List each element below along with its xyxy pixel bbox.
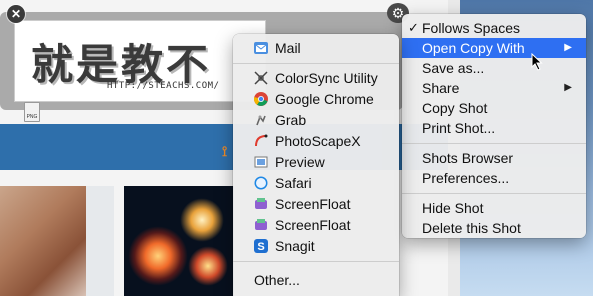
shot-preview: 就是教不 HTTP://STEACHS.COM/ [14, 20, 266, 102]
app-item-label: PhotoScapeX [275, 133, 361, 149]
menu-separator [402, 143, 586, 144]
menu-item-preferences[interactable]: Preferences... [402, 168, 586, 188]
close-shot-button[interactable]: ✕ [7, 5, 25, 23]
menu-separator [233, 63, 399, 64]
menu-item-open-copy-with[interactable]: Open Copy With ▶ [402, 38, 586, 58]
grab-icon [254, 113, 268, 127]
app-item-label: ScreenFloat [275, 217, 351, 233]
menu-item-follows-spaces[interactable]: ✓ Follows Spaces [402, 18, 586, 38]
mail-icon [254, 41, 268, 55]
menu-item-label: Share [422, 80, 460, 96]
safari-icon [254, 176, 268, 190]
webpage-photo-room [86, 186, 114, 296]
screenfloat-icon [254, 197, 268, 211]
png-file-icon: PNG [24, 102, 40, 122]
menu-item-copy-shot[interactable]: Copy Shot [402, 98, 586, 118]
screenfloat-icon [254, 218, 268, 232]
app-item-label: Google Chrome [275, 91, 374, 107]
app-item-label: Other... [254, 272, 300, 288]
menu-item-share[interactable]: Share ▶ [402, 78, 586, 98]
menu-item-label: Follows Spaces [422, 20, 521, 36]
app-item-label: ColorSync Utility [275, 70, 378, 86]
webpage-photo-person [0, 186, 86, 296]
app-item-colorsync-utility[interactable]: ColorSync Utility [233, 68, 399, 88]
colorsync-icon [254, 71, 268, 85]
photoscapex-icon [254, 134, 268, 148]
preview-icon [254, 155, 268, 169]
app-item-preview[interactable]: Preview [233, 152, 399, 172]
menu-item-label: Open Copy With [422, 40, 525, 56]
app-item-grab[interactable]: Grab [233, 110, 399, 130]
menu-item-label: Copy Shot [422, 100, 488, 116]
menu-item-label: Shots Browser [422, 150, 514, 166]
menu-item-print-shot[interactable]: Print Shot... [402, 118, 586, 138]
app-item-label: Grab [275, 112, 307, 128]
menu-item-label: Preferences... [422, 170, 510, 186]
menu-item-hide-shot[interactable]: Hide Shot [402, 198, 586, 218]
shot-context-menu: ✓ Follows Spaces Open Copy With ▶ Save a… [402, 14, 586, 238]
menu-item-label: Delete this Shot [422, 220, 521, 236]
menu-item-label: Hide Shot [422, 200, 484, 216]
app-item-safari[interactable]: Safari [233, 173, 399, 193]
app-item-screenfloat-2[interactable]: ScreenFloat [233, 215, 399, 235]
app-item-photoscapex[interactable]: PhotoScapeX [233, 131, 399, 151]
svg-text:S: S [257, 241, 264, 253]
app-item-label: Mail [275, 40, 301, 56]
snagit-icon: S [254, 239, 268, 253]
submenu-arrow-icon: ▶ [564, 42, 572, 53]
file-type-label: PNG [26, 114, 38, 120]
menu-item-label: Save as... [422, 60, 485, 76]
menu-item-save-as[interactable]: Save as... [402, 58, 586, 78]
app-item-screenfloat-1[interactable]: ScreenFloat [233, 194, 399, 214]
open-copy-with-submenu: Mail ColorSync Utility Google Chrome Gra… [233, 34, 399, 296]
app-item-snagit[interactable]: S Snagit [233, 236, 399, 256]
menu-item-delete-shot[interactable]: Delete this Shot [402, 218, 586, 238]
app-item-label: Safari [275, 175, 312, 191]
app-item-label: Snagit [275, 238, 315, 254]
menu-item-shots-browser[interactable]: Shots Browser [402, 148, 586, 168]
app-item-mail[interactable]: Mail [233, 38, 399, 58]
app-item-label: Preview [275, 154, 325, 170]
mouse-cursor-icon [531, 52, 543, 76]
app-item-google-chrome[interactable]: Google Chrome [233, 89, 399, 109]
app-item-label: ScreenFloat [275, 196, 351, 212]
submenu-arrow-icon: ▶ [564, 82, 572, 93]
chrome-icon [254, 92, 268, 106]
menu-separator [233, 261, 399, 262]
shot-url: HTTP://STEACHS.COM/ [107, 81, 220, 91]
app-item-other[interactable]: Other... [233, 270, 399, 290]
webpage-photo-fireworks [124, 186, 234, 296]
menu-separator [402, 193, 586, 194]
checkmark-icon: ✓ [408, 20, 419, 35]
menu-item-label: Print Shot... [422, 120, 496, 136]
